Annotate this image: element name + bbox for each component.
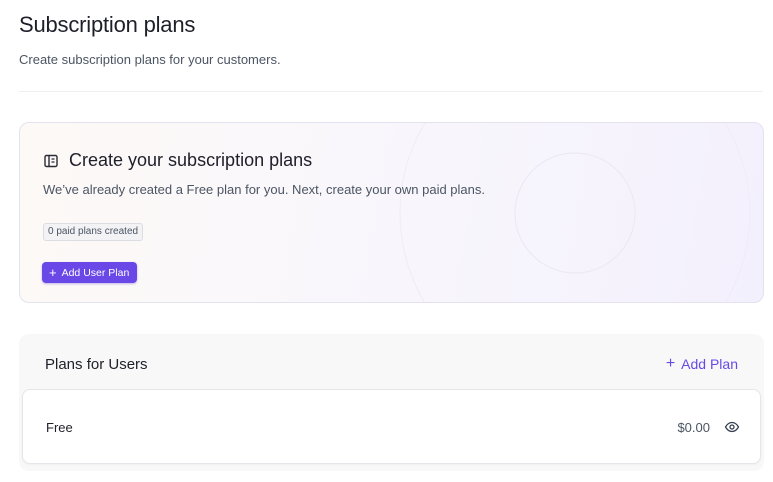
plans-section-title: Plans for Users [45, 356, 148, 373]
paid-plans-count-badge: 0 paid plans created [43, 223, 144, 241]
eye-icon[interactable] [724, 419, 740, 435]
add-user-plan-label: Add User Plan [61, 266, 130, 279]
plan-price: $0.00 [677, 420, 710, 435]
plan-row[interactable]: Free $0.00 [22, 389, 761, 464]
add-plan-label: Add Plan [681, 356, 738, 372]
book-icon [43, 153, 59, 169]
add-plan-button[interactable]: + Add Plan [665, 355, 738, 373]
plus-icon: + [665, 355, 676, 372]
page-title: Subscription plans [19, 12, 196, 37]
header-divider [19, 91, 763, 92]
create-plans-card: Create your subscription plans We’ve alr… [19, 122, 764, 303]
plans-for-users-panel: Plans for Users + Add Plan Free $0.00 [19, 334, 764, 471]
hero-title: Create your subscription plans [69, 150, 313, 170]
plus-icon: + [49, 265, 57, 280]
hero-heading: Create your subscription plans [43, 150, 312, 171]
hero-description: We’ve already created a Free plan for yo… [43, 182, 485, 197]
add-user-plan-button[interactable]: + Add User Plan [42, 262, 138, 283]
plan-name: Free [46, 420, 73, 435]
page-subtitle: Create subscription plans for your custo… [19, 52, 281, 67]
